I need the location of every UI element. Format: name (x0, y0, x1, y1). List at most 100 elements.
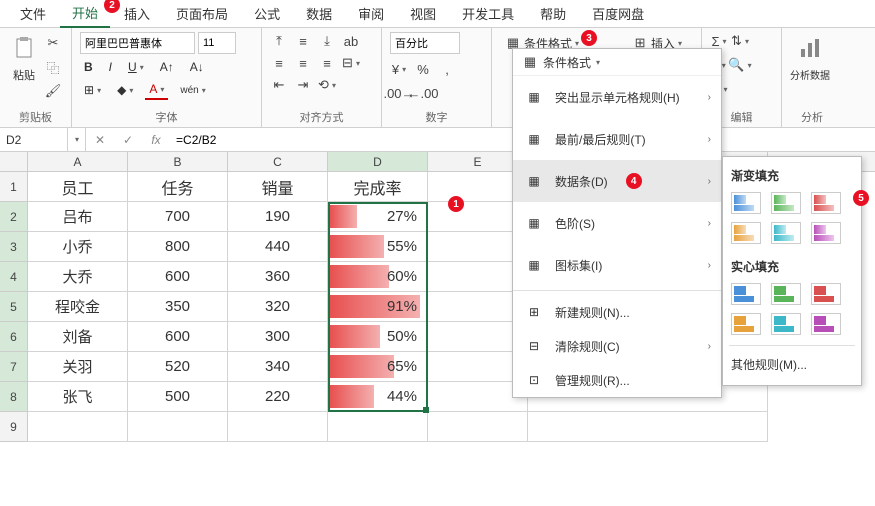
cell[interactable]: 500 (128, 382, 228, 412)
cell[interactable]: 27% (328, 202, 428, 232)
name-box[interactable]: D2 (0, 128, 68, 151)
underline-button[interactable]: U▾ (124, 58, 148, 76)
menu-item-colorscales[interactable]: ▦色阶(S)› (513, 202, 721, 244)
sort-icon[interactable]: ⇅▾ (731, 32, 749, 50)
cell[interactable] (328, 412, 428, 442)
dec-decimal-icon[interactable]: ←.00 (414, 84, 432, 102)
percent-icon[interactable]: % (414, 60, 432, 78)
databar-solid-green[interactable] (771, 283, 801, 305)
font-size-select[interactable] (198, 32, 236, 54)
menu-item-toprules[interactable]: ▦最前/最后规则(T)› (513, 118, 721, 160)
row-header[interactable]: 6 (0, 322, 28, 352)
align-center-icon[interactable]: ≡ (294, 54, 312, 72)
tab-view[interactable]: 视图 (398, 0, 448, 27)
cell[interactable] (428, 412, 528, 442)
align-bottom-icon[interactable]: ⤓ (318, 32, 336, 50)
cell[interactable]: 员工 (28, 172, 128, 202)
cell[interactable]: 小乔 (28, 232, 128, 262)
cell[interactable] (228, 412, 328, 442)
font-color-button[interactable]: A▾ (145, 80, 168, 100)
tab-baidu[interactable]: 百度网盘 (580, 0, 656, 27)
cell[interactable]: 600 (128, 322, 228, 352)
databar-solid-red[interactable] (811, 283, 841, 305)
cell[interactable]: 44% (328, 382, 428, 412)
cell[interactable]: 800 (128, 232, 228, 262)
menu-item-newrule[interactable]: ⊞新建规则(N)... (513, 295, 721, 329)
databar-gradient-orange[interactable] (731, 222, 761, 244)
fill-color-button[interactable]: ◆▾ (113, 81, 137, 99)
wrap-text-icon[interactable]: ab (342, 32, 360, 50)
cell[interactable]: 320 (228, 292, 328, 322)
databar-solid-orange[interactable] (731, 313, 761, 335)
orientation-icon[interactable]: ⟲▾ (318, 76, 336, 94)
bold-button[interactable]: B (80, 58, 97, 76)
align-top-icon[interactable]: ⤒ (270, 32, 288, 50)
cell[interactable]: 50% (328, 322, 428, 352)
cell[interactable]: 340 (228, 352, 328, 382)
cell[interactable]: 700 (128, 202, 228, 232)
format-painter-icon[interactable]: 🖌 (44, 82, 62, 100)
cell[interactable]: 吕布 (28, 202, 128, 232)
cell[interactable]: 55% (328, 232, 428, 262)
cell[interactable]: 关羽 (28, 352, 128, 382)
databar-gradient-cyan[interactable] (771, 222, 801, 244)
cell[interactable]: 360 (228, 262, 328, 292)
tab-review[interactable]: 审阅 (346, 0, 396, 27)
paste-icon[interactable] (8, 32, 40, 64)
row-header[interactable]: 7 (0, 352, 28, 382)
menu-item-managerule[interactable]: ⊡管理规则(R)... (513, 363, 721, 397)
copy-icon[interactable]: ⿻ (44, 58, 62, 76)
cell[interactable]: 520 (128, 352, 228, 382)
cell[interactable]: 220 (228, 382, 328, 412)
menu-item-iconsets[interactable]: ▦图标集(I)› (513, 244, 721, 286)
align-middle-icon[interactable]: ≡ (294, 32, 312, 50)
inc-decimal-icon[interactable]: .00→ (390, 84, 408, 102)
row-header[interactable]: 3 (0, 232, 28, 262)
row-header[interactable]: 4 (0, 262, 28, 292)
enter-icon[interactable]: ✓ (114, 133, 142, 147)
row-header[interactable]: 2 (0, 202, 28, 232)
analyze-icon[interactable] (794, 32, 826, 64)
increase-font-button[interactable]: A↑ (156, 58, 178, 76)
cell[interactable]: 600 (128, 262, 228, 292)
cell[interactable]: 300 (228, 322, 328, 352)
databar-gradient-green[interactable] (771, 192, 801, 214)
col-header[interactable]: B (128, 152, 228, 171)
row-header[interactable]: 8 (0, 382, 28, 412)
currency-icon[interactable]: ¥▾ (390, 60, 408, 78)
align-right-icon[interactable]: ≡ (318, 54, 336, 72)
find-icon[interactable]: 🔍▾ (731, 56, 749, 74)
tab-help[interactable]: 帮助 (528, 0, 578, 27)
cell[interactable] (128, 412, 228, 442)
col-header[interactable]: A (28, 152, 128, 171)
align-left-icon[interactable]: ≡ (270, 54, 288, 72)
tab-dev[interactable]: 开发工具 (450, 0, 526, 27)
cell[interactable]: 350 (128, 292, 228, 322)
cell[interactable]: 程咬金 (28, 292, 128, 322)
menu-item-highlight[interactable]: ▦突出显示单元格规则(H)› (513, 76, 721, 118)
cut-icon[interactable]: ✂ (44, 34, 62, 52)
fx-icon[interactable]: fx (142, 133, 170, 147)
cell[interactable]: 大乔 (28, 262, 128, 292)
tab-layout[interactable]: 页面布局 (164, 0, 240, 27)
comma-icon[interactable]: , (438, 60, 456, 78)
cell[interactable] (28, 412, 128, 442)
border-button[interactable]: ⊞▾ (80, 81, 105, 99)
decrease-font-button[interactable]: A↓ (186, 58, 208, 76)
col-header[interactable]: D (328, 152, 428, 171)
databar-gradient-purple[interactable] (811, 222, 841, 244)
tab-formula[interactable]: 公式 (242, 0, 292, 27)
cell[interactable]: 销量 (228, 172, 328, 202)
select-all-corner[interactable] (0, 152, 28, 171)
cell[interactable]: 刘备 (28, 322, 128, 352)
merge-icon[interactable]: ⊟▾ (342, 54, 360, 72)
cell[interactable]: 张飞 (28, 382, 128, 412)
phonetic-button[interactable]: wén▾ (176, 83, 209, 98)
row-header[interactable]: 9 (0, 412, 28, 442)
italic-button[interactable]: I (105, 58, 116, 76)
row-header[interactable]: 5 (0, 292, 28, 322)
tab-data[interactable]: 数据 (294, 0, 344, 27)
databar-solid-cyan[interactable] (771, 313, 801, 335)
number-format-select[interactable] (390, 32, 460, 54)
tab-file[interactable]: 文件 (8, 0, 58, 27)
